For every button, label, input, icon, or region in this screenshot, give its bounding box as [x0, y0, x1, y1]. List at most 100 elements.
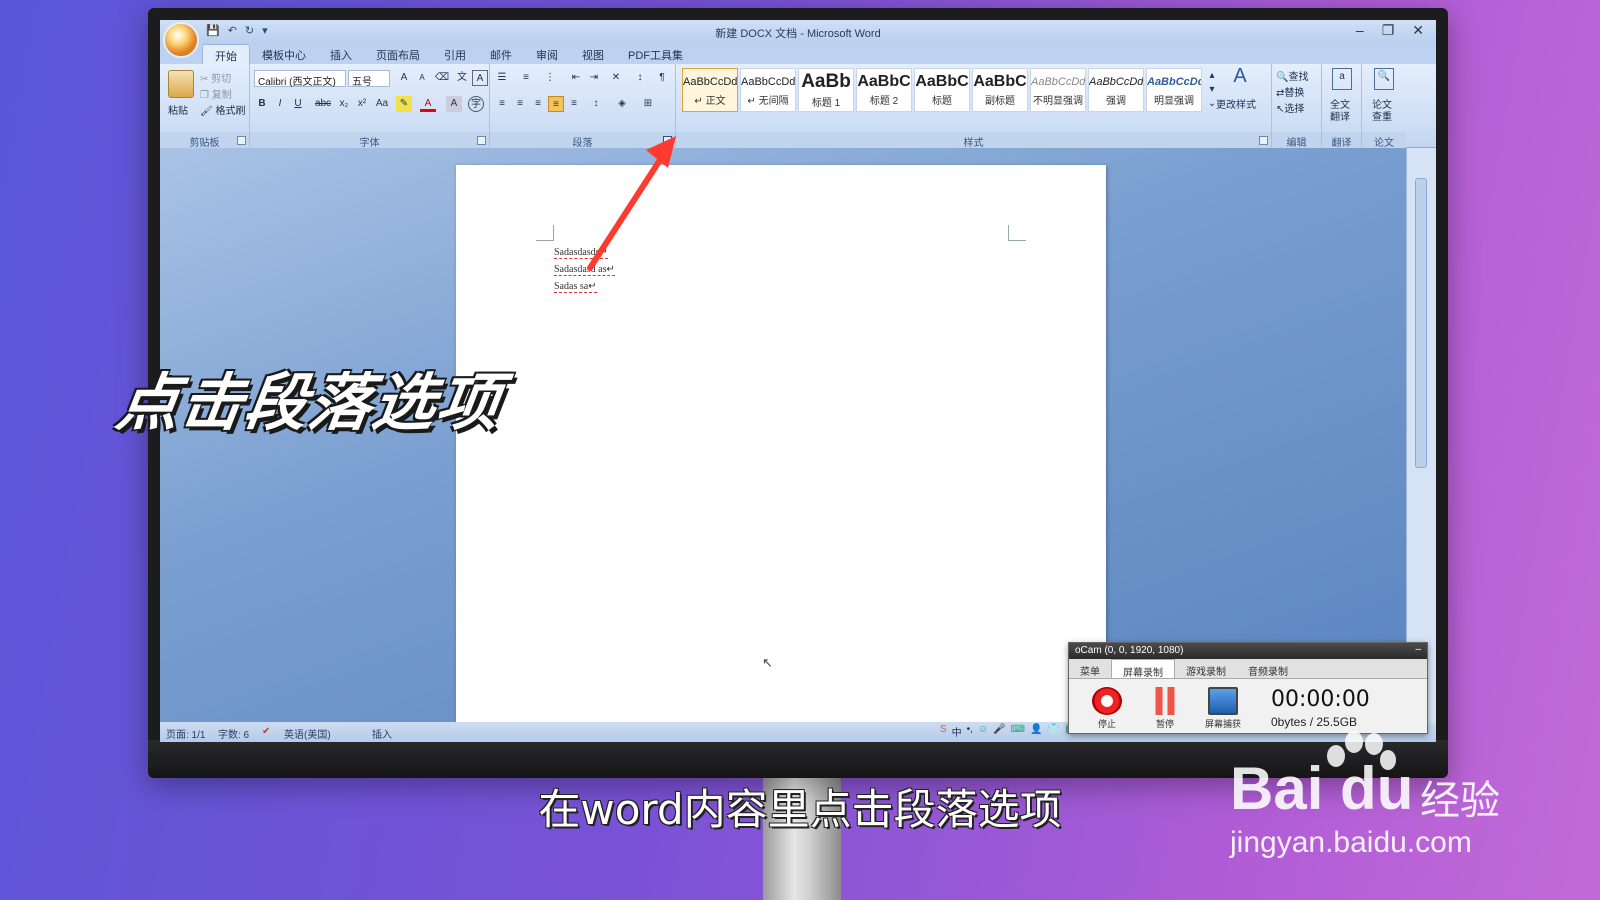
tab-references[interactable]: 引用: [432, 44, 478, 64]
sort-icon[interactable]: ↕: [632, 70, 648, 86]
style-emphasis[interactable]: AaBbCcDd 强调: [1088, 68, 1144, 112]
borders-icon[interactable]: ⊞: [640, 96, 656, 112]
ocam-stop-button[interactable]: 停止: [1085, 687, 1129, 730]
plagiarism-check-icon[interactable]: 🔍: [1374, 68, 1394, 90]
tab-review[interactable]: 审阅: [524, 44, 570, 64]
style-subtitle[interactable]: AaBbC 副标题: [972, 68, 1028, 112]
font-name-combo[interactable]: Calibri (西文正文): [254, 70, 346, 88]
numbering-icon[interactable]: ≡: [518, 70, 534, 86]
tab-template-center[interactable]: 模板中心: [250, 44, 318, 64]
document-page[interactable]: Sadasdasds↵ Sadasdasd as↵ Sadas sa↵ ↖: [456, 165, 1106, 725]
ocam-capture-button[interactable]: 屏幕捕获: [1201, 687, 1245, 730]
status-word-count[interactable]: 字数: 6: [218, 726, 249, 741]
proofing-icon[interactable]: ✔: [262, 726, 270, 737]
font-dialog-launcher[interactable]: [477, 136, 486, 145]
tab-home[interactable]: 开始: [202, 44, 250, 64]
find-button[interactable]: 🔍查找: [1276, 68, 1308, 83]
clear-format-icon[interactable]: ⌫: [434, 70, 450, 86]
paper-line2[interactable]: 查重: [1372, 108, 1392, 123]
keyboard-icon[interactable]: ⌨: [1011, 724, 1025, 739]
style-subtle-emphasis[interactable]: AaBbCcDd 不明显强调: [1030, 68, 1086, 112]
status-page[interactable]: 页面: 1/1: [166, 726, 205, 741]
paragraph-dialog-launcher[interactable]: [663, 136, 672, 145]
style-normal[interactable]: AaBbCcDd ↵ 正文: [682, 68, 738, 112]
tab-insert[interactable]: 插入: [318, 44, 364, 64]
close-button[interactable]: ✕: [1412, 22, 1424, 39]
font-size-combo[interactable]: 五号: [348, 70, 390, 88]
underline-button[interactable]: U: [290, 96, 306, 112]
paste-icon[interactable]: [168, 70, 194, 98]
phonetic-icon[interactable]: 文: [454, 70, 470, 86]
increase-indent-icon[interactable]: ⇥: [586, 70, 602, 86]
style-heading-2[interactable]: AaBbC 标题 2: [856, 68, 912, 112]
user-icon[interactable]: 👤: [1030, 724, 1042, 739]
replace-button[interactable]: ⇄替换: [1276, 84, 1304, 99]
shrink-font-button[interactable]: A: [414, 70, 430, 86]
select-button[interactable]: ↖选择: [1276, 100, 1304, 115]
decrease-indent-icon[interactable]: ⇤: [568, 70, 584, 86]
font-color-icon[interactable]: A: [420, 96, 436, 112]
emoji-icon[interactable]: ☺: [978, 724, 988, 739]
chinese-mode-icon[interactable]: 中: [952, 724, 962, 739]
line-spacing-icon[interactable]: ↕: [588, 96, 604, 112]
align-left-icon[interactable]: ≡: [494, 96, 510, 112]
bullets-icon[interactable]: ☰: [494, 70, 510, 86]
justify-icon[interactable]: ≡: [548, 96, 564, 112]
change-styles-button[interactable]: 更改样式: [1216, 96, 1256, 111]
style-no-spacing[interactable]: AaBbCcDd ↵ 无间隔: [740, 68, 796, 112]
bold-button[interactable]: B: [254, 96, 270, 112]
restore-button[interactable]: ❐: [1382, 22, 1395, 39]
distributed-icon[interactable]: ≡: [566, 96, 582, 112]
vertical-scrollbar[interactable]: [1406, 148, 1436, 722]
status-language[interactable]: 英语(美国): [284, 726, 331, 741]
document-line-1[interactable]: Sadasdasds↵: [554, 247, 608, 259]
tab-mailings[interactable]: 邮件: [478, 44, 524, 64]
shading-icon[interactable]: ◈: [614, 96, 630, 112]
multilevel-list-icon[interactable]: ⋮: [542, 70, 558, 86]
change-styles-icon[interactable]: A: [1232, 66, 1248, 86]
char-border-icon[interactable]: A: [472, 70, 488, 86]
ocam-minimize-button[interactable]: –: [1415, 644, 1421, 655]
cut-button[interactable]: ✂ 剪切: [200, 70, 231, 85]
tab-pdf-tools[interactable]: PDF工具集: [616, 44, 695, 64]
clipboard-dialog-launcher[interactable]: [237, 136, 246, 145]
style-title[interactable]: AaBbC 标题: [914, 68, 970, 112]
ocam-pause-button[interactable]: 暂停: [1143, 687, 1187, 730]
tab-view[interactable]: 视图: [570, 44, 616, 64]
minimize-button[interactable]: –: [1356, 22, 1364, 39]
char-shading-icon[interactable]: A: [446, 96, 462, 112]
scrollbar-thumb[interactable]: [1415, 178, 1427, 468]
strikethrough-button[interactable]: abc: [312, 96, 334, 112]
superscript-button[interactable]: x²: [354, 96, 370, 112]
translate-icon[interactable]: a: [1332, 68, 1352, 90]
format-painter-button[interactable]: 🖌 格式刷: [200, 102, 245, 117]
grow-font-button[interactable]: A: [396, 70, 412, 86]
ocam-tab-audio-record[interactable]: 音频录制: [1237, 659, 1299, 678]
skin-icon[interactable]: 👕: [1048, 724, 1060, 739]
asian-layout-icon[interactable]: ✕: [608, 70, 624, 86]
voice-icon[interactable]: 🎤: [993, 724, 1005, 739]
status-insert-mode[interactable]: 插入: [372, 726, 392, 741]
translate-label[interactable]: 翻译: [1330, 108, 1350, 123]
ocam-tab-screen-record[interactable]: 屏幕录制: [1111, 659, 1175, 679]
document-line-3[interactable]: Sadas sa↵: [554, 281, 597, 293]
align-center-icon[interactable]: ≡: [512, 96, 528, 112]
align-right-icon[interactable]: ≡: [530, 96, 546, 112]
highlight-icon[interactable]: ✎: [396, 96, 412, 112]
styles-dialog-launcher[interactable]: [1259, 136, 1268, 145]
italic-button[interactable]: I: [272, 96, 288, 112]
subscript-button[interactable]: x₂: [336, 96, 352, 112]
office-button[interactable]: [163, 22, 199, 58]
style-heading-1[interactable]: AaBb 标题 1: [798, 68, 854, 112]
show-marks-icon[interactable]: ¶: [654, 70, 670, 86]
punctuation-icon[interactable]: •,: [967, 724, 973, 739]
ocam-tab-menu[interactable]: 菜单: [1069, 659, 1111, 678]
ocam-tab-game-record[interactable]: 游戏录制: [1175, 659, 1237, 678]
enclose-char-icon[interactable]: 字: [468, 96, 484, 112]
style-intense-emphasis[interactable]: AaBbCcDd 明显强调: [1146, 68, 1202, 112]
change-case-button[interactable]: Aa: [372, 96, 392, 112]
copy-button[interactable]: ❐ 复制: [200, 86, 232, 101]
document-line-2[interactable]: Sadasdasd as↵: [554, 264, 615, 276]
sogou-icon[interactable]: S: [940, 724, 947, 739]
tab-page-layout[interactable]: 页面布局: [364, 44, 432, 64]
